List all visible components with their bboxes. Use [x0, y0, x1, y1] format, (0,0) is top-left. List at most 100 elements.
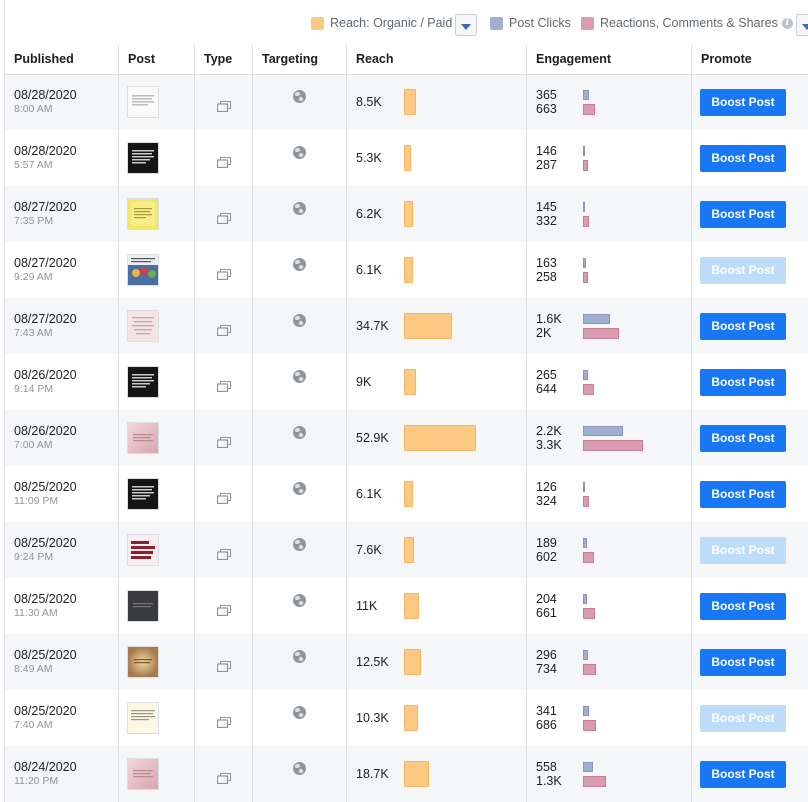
reach-cell: 7.6K: [347, 522, 527, 578]
legend-reactions: Reactions, Comments & Shares i: [581, 16, 793, 30]
post-thumbnail[interactable]: [127, 142, 159, 174]
reach-swatch: [311, 17, 324, 30]
clicks-swatch: [490, 17, 503, 30]
boost-post-button[interactable]: Boost Post: [700, 313, 786, 340]
post-thumbnail[interactable]: [127, 254, 159, 286]
post-thumbnail[interactable]: GIRLS WANT ATTENTION. WOMEN WANT RESPECT…: [127, 534, 159, 566]
reactions-value: 602: [536, 550, 583, 564]
table-row[interactable]: 08/28/2020 5:57 AM 5.3K 146 287: [5, 130, 808, 186]
table-row[interactable]: 08/25/2020 8:49 AM 12.5K 296 734: [5, 634, 808, 690]
boost-post-button[interactable]: Boost Post: [700, 593, 786, 620]
metrics-dropdown-button[interactable]: [796, 14, 808, 36]
table-row[interactable]: 08/27/2020 9:29 AM 6.1K 163 258: [5, 242, 808, 298]
post-thumbnail[interactable]: [127, 590, 159, 622]
reactions-bar: [583, 440, 643, 451]
globe-public-icon: [293, 258, 306, 271]
engagement-cell: 126 324: [527, 466, 692, 522]
boost-post-button[interactable]: Boost Post: [700, 201, 786, 228]
boost-post-button[interactable]: Boost Post: [700, 425, 786, 452]
table-row[interactable]: 08/27/2020 7:43 AM 34.7K 1.6K 2K: [5, 298, 808, 354]
post-clicks-bar: [583, 426, 623, 436]
post-clicks-bar: [583, 146, 585, 156]
boost-post-button[interactable]: Boost Post: [700, 257, 786, 284]
type-cell: [195, 242, 253, 298]
post-thumbnail[interactable]: [127, 366, 159, 398]
reach-bar: [404, 705, 418, 731]
header-targeting[interactable]: Targeting: [253, 45, 347, 74]
published-cell: 08/28/2020 8:00 AM: [5, 74, 119, 130]
globe-public-icon: [293, 202, 306, 215]
boost-post-button[interactable]: Boost Post: [700, 537, 786, 564]
table-row[interactable]: 08/25/2020 9:24 PM GIRLS WANT ATTENTION.…: [5, 522, 808, 578]
reach-bar: [404, 257, 413, 283]
published-time: 8:00 AM: [14, 102, 118, 116]
published-date: 08/27/2020: [14, 312, 118, 326]
post-thumbnail[interactable]: [127, 646, 159, 678]
published-cell: 08/27/2020 9:29 AM: [5, 242, 119, 298]
promote-cell: Boost Post: [692, 466, 808, 522]
post-thumbnail[interactable]: [127, 702, 159, 734]
boost-post-button[interactable]: Boost Post: [700, 89, 786, 116]
boost-post-button[interactable]: Boost Post: [700, 481, 786, 508]
post-thumbnail[interactable]: [127, 422, 159, 454]
type-cell: [195, 410, 253, 466]
published-time: 8:49 AM: [14, 662, 118, 676]
promote-cell: Boost Post: [692, 74, 808, 130]
reach-value: 8.5K: [356, 95, 404, 109]
post-thumbnail[interactable]: [127, 310, 159, 342]
boost-post-button[interactable]: Boost Post: [700, 705, 786, 732]
type-cell: [195, 578, 253, 634]
header-type[interactable]: Type: [195, 45, 253, 74]
reach-cell: 6.2K: [347, 186, 527, 242]
reach-cell: 6.1K: [347, 466, 527, 522]
reach-dropdown-button[interactable]: [455, 14, 477, 36]
reach-value: 7.6K: [356, 543, 404, 557]
legend-reactions-label: Reactions, Comments & Shares: [600, 16, 778, 30]
published-time: 11:09 PM: [14, 494, 118, 508]
header-post[interactable]: Post: [119, 45, 195, 74]
reactions-bar: [583, 160, 588, 171]
table-row[interactable]: 08/25/2020 7:40 AM 10.3K 341 686: [5, 690, 808, 746]
globe-public-icon: [293, 314, 306, 327]
table-row[interactable]: 08/26/2020 7:00 AM 52.9K 2.2K 3.3K: [5, 410, 808, 466]
promote-cell: Boost Post: [692, 186, 808, 242]
reach-bar: [404, 145, 411, 171]
post-thumbnail[interactable]: [127, 758, 159, 790]
engagement-cell: 296 734: [527, 634, 692, 690]
post-clicks-value: 296: [536, 648, 583, 662]
published-date: 08/25/2020: [14, 592, 118, 606]
boost-post-button[interactable]: Boost Post: [700, 145, 786, 172]
reach-value: 12.5K: [356, 655, 404, 669]
targeting-cell: [253, 186, 347, 242]
table-row[interactable]: 08/24/2020 11:20 PM 18.7K 558 1.3K: [5, 746, 808, 802]
post-thumbnail[interactable]: [127, 86, 159, 118]
targeting-cell: [253, 130, 347, 186]
type-cell: [195, 634, 253, 690]
reach-value: 18.7K: [356, 767, 404, 781]
table-row[interactable]: 08/25/2020 11:09 PM 6.1K 126 324: [5, 466, 808, 522]
boost-post-button[interactable]: Boost Post: [700, 761, 786, 788]
post-thumbnail[interactable]: [127, 198, 159, 230]
table-row[interactable]: 08/28/2020 8:00 AM 8.5K 365 663: [5, 74, 808, 130]
published-cell: 08/25/2020 11:09 PM: [5, 466, 119, 522]
published-time: 7:40 AM: [14, 718, 118, 732]
targeting-cell: [253, 298, 347, 354]
carousel-type-icon: [217, 603, 231, 614]
table-row[interactable]: 08/27/2020 7:35 PM 6.2K 145 332: [5, 186, 808, 242]
header-published[interactable]: Published: [5, 45, 119, 74]
post-thumbnail[interactable]: [127, 478, 159, 510]
published-date: 08/25/2020: [14, 480, 118, 494]
header-engagement[interactable]: Engagement: [527, 45, 692, 74]
post-cell: [119, 242, 195, 298]
header-reach[interactable]: Reach: [347, 45, 527, 74]
promote-cell: Boost Post: [692, 578, 808, 634]
table-row[interactable]: 08/25/2020 11:30 AM 11K 204 661: [5, 578, 808, 634]
post-cell: [119, 354, 195, 410]
info-icon[interactable]: i: [782, 18, 793, 29]
carousel-type-icon: [217, 323, 231, 334]
table-row[interactable]: 08/26/2020 9:14 PM 9K 265 644: [5, 354, 808, 410]
boost-post-button[interactable]: Boost Post: [700, 369, 786, 396]
reactions-bar: [583, 776, 606, 787]
boost-post-button[interactable]: Boost Post: [700, 649, 786, 676]
published-cell: 08/28/2020 5:57 AM: [5, 130, 119, 186]
